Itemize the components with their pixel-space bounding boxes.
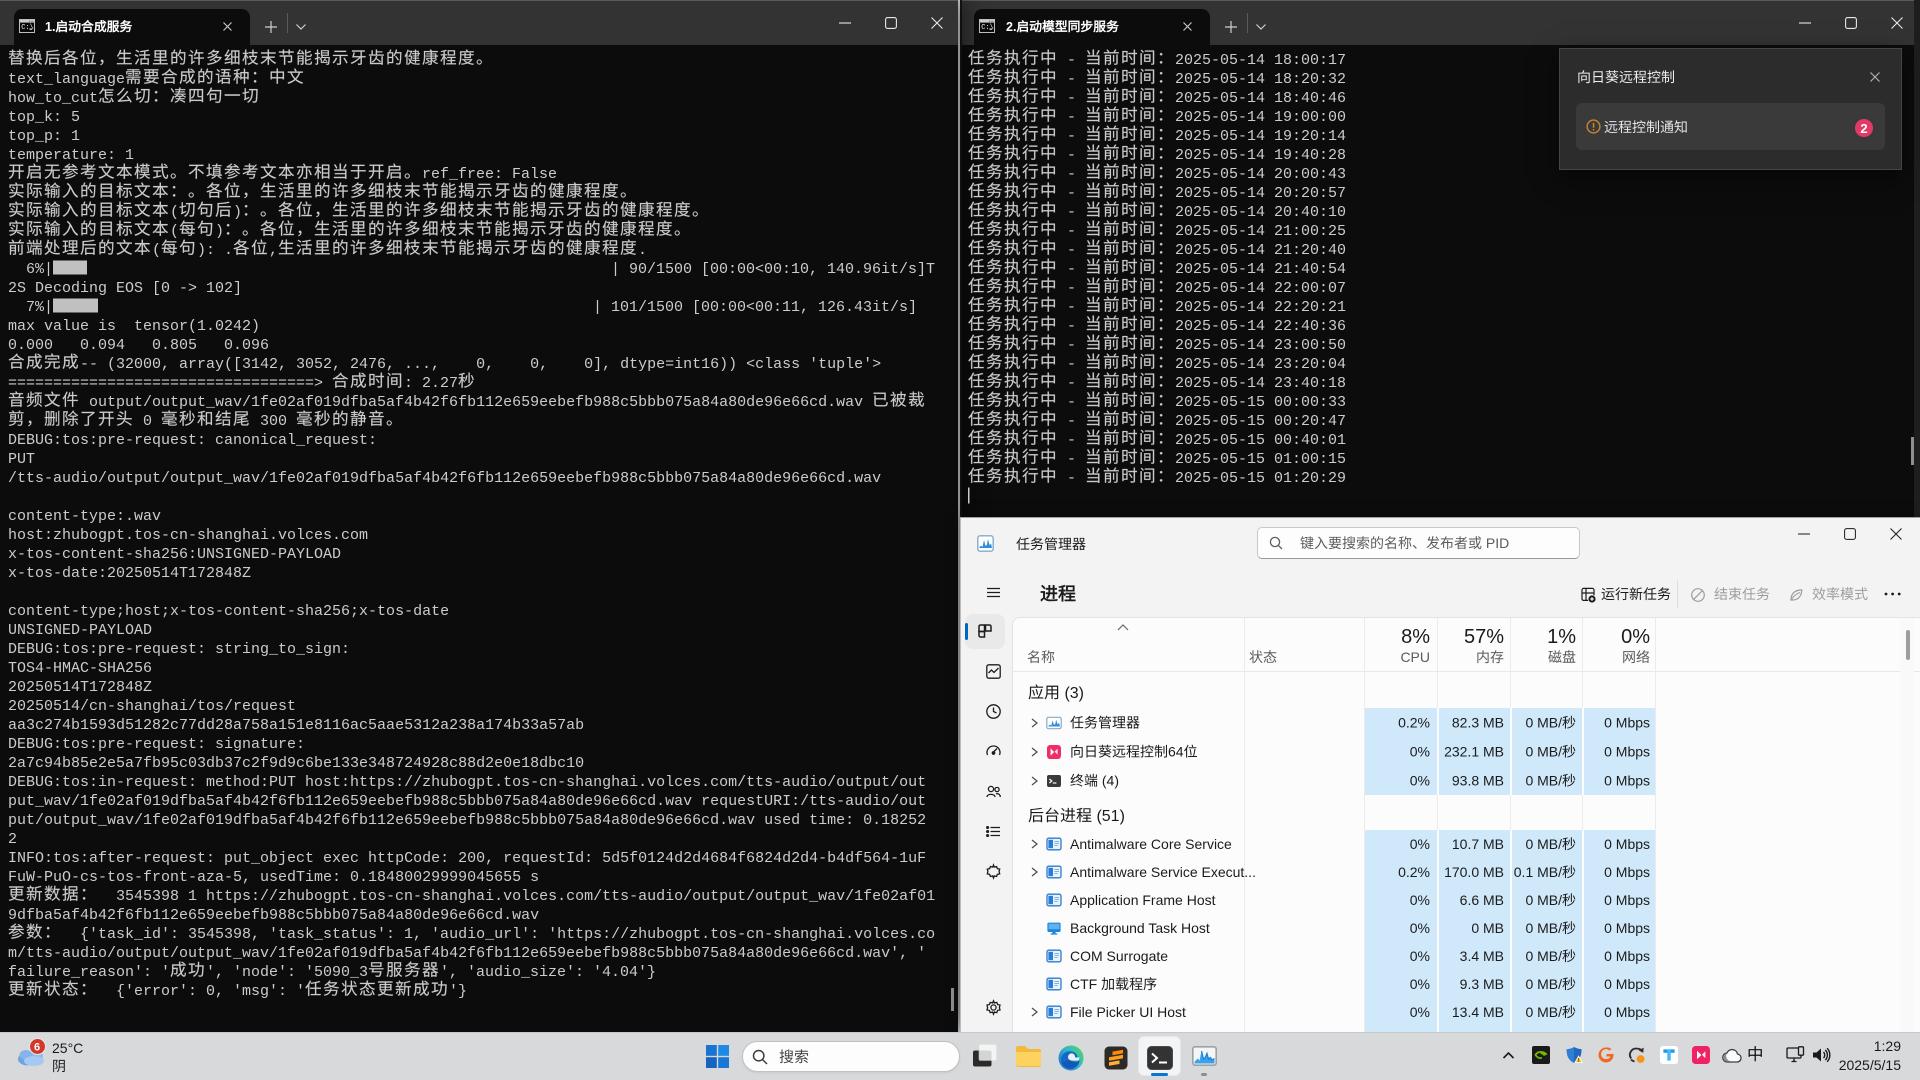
svg-text:C:\: C:\ [21,24,34,32]
svg-text:C:\: C:\ [981,24,994,32]
